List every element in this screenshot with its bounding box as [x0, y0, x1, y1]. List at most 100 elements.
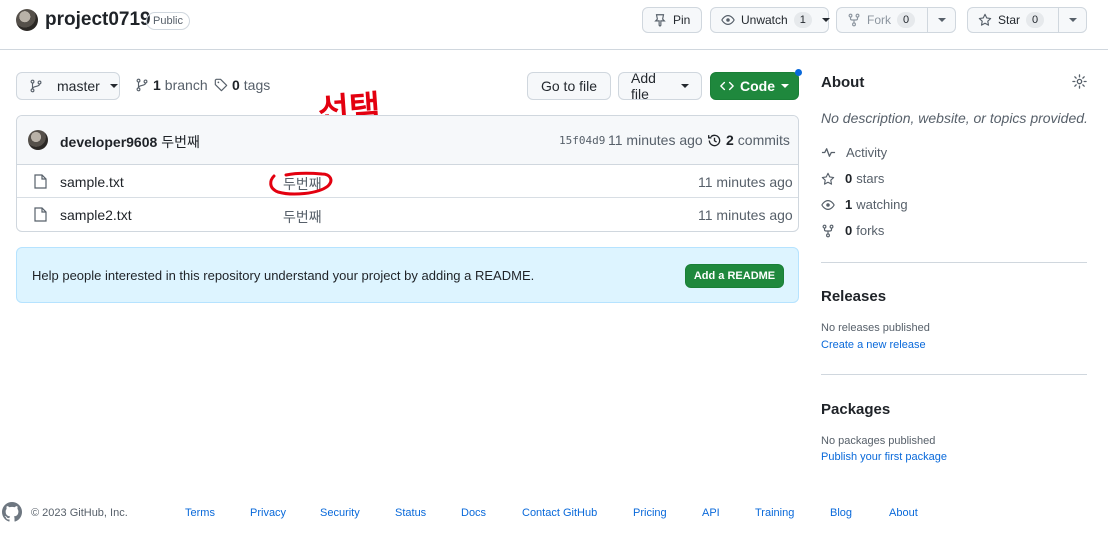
stars-link[interactable]: 0 stars	[821, 171, 884, 186]
about-heading: About	[821, 74, 865, 91]
publish-package-link[interactable]: Publish your first package	[821, 451, 947, 463]
commit-sha[interactable]: 15f04d9	[559, 134, 605, 147]
star-count: 0	[1026, 12, 1045, 28]
chevron-down-icon	[781, 84, 789, 88]
file-row[interactable]: sample2.txt 두번째 11 minutes ago	[17, 198, 798, 231]
star-label: Star	[998, 13, 1021, 27]
chevron-down-icon	[1068, 18, 1077, 22]
commits-link[interactable]: 2 commits	[707, 132, 790, 148]
eye-icon	[721, 13, 735, 27]
commits-count: 2	[726, 132, 734, 148]
file-browser: developer9608 두번째 15f04d9 11 minutes ago…	[16, 115, 799, 232]
watching-word: watching	[856, 197, 908, 212]
fork-icon	[847, 13, 861, 27]
sidebar-divider	[821, 262, 1087, 263]
commit-message[interactable]: 두번째	[161, 135, 200, 151]
watching-link[interactable]: 1 watching	[821, 197, 908, 212]
fork-button[interactable]: Fork 0	[836, 7, 956, 33]
fork-count: 0	[897, 12, 916, 28]
packages-empty-text: No packages published	[821, 435, 936, 447]
footer-link-contact[interactable]: Contact GitHub	[522, 507, 597, 519]
code-icon	[720, 79, 734, 93]
footer-link-pricing[interactable]: Pricing	[633, 507, 667, 519]
add-file-label: Add file	[631, 70, 656, 102]
watching-count: 1	[845, 197, 853, 212]
forks-word: forks	[856, 223, 885, 238]
file-name[interactable]: sample.txt	[60, 174, 124, 190]
forks-count: 0	[845, 223, 853, 238]
tag-word: tags	[243, 77, 271, 93]
footer-link-terms[interactable]: Terms	[185, 507, 215, 519]
packages-heading[interactable]: Packages	[821, 401, 890, 418]
footer-link-security[interactable]: Security	[320, 507, 360, 519]
commit-summary: developer9608 두번째	[60, 132, 200, 152]
notification-dot	[795, 69, 802, 76]
owner-avatar[interactable]	[16, 9, 38, 31]
footer-link-api[interactable]: API	[702, 507, 720, 519]
branch-name: master	[57, 78, 100, 94]
footer-link-blog[interactable]: Blog	[830, 507, 852, 519]
tag-count: 0	[232, 77, 240, 93]
footer-link-training[interactable]: Training	[755, 507, 794, 519]
sidebar-divider	[821, 374, 1087, 375]
eye-icon	[821, 198, 835, 212]
footer-link-about[interactable]: About	[889, 507, 918, 519]
create-release-link[interactable]: Create a new release	[821, 339, 926, 351]
footer-link-docs[interactable]: Docs	[461, 507, 486, 519]
readme-banner-text: Help people interested in this repositor…	[32, 268, 535, 283]
commits-word: commits	[737, 132, 790, 148]
chevron-down-icon	[937, 18, 946, 22]
star-button[interactable]: Star 0	[967, 7, 1087, 33]
commit-time: 11 minutes ago	[608, 132, 703, 148]
branches-link[interactable]: 1 branch	[135, 77, 208, 93]
about-description: No description, website, or topics provi…	[821, 110, 1088, 126]
file-name[interactable]: sample2.txt	[60, 207, 132, 223]
releases-empty-text: No releases published	[821, 322, 930, 334]
file-row[interactable]: sample.txt 두번째 11 minutes ago	[17, 165, 798, 198]
activity-label: Activity	[846, 145, 888, 160]
footer-link-status[interactable]: Status	[395, 507, 426, 519]
footer-link-privacy[interactable]: Privacy	[250, 507, 286, 519]
file-time: 11 minutes ago	[698, 174, 793, 190]
forks-link[interactable]: 0 forks	[821, 223, 884, 238]
footer-copyright: © 2023 GitHub, Inc.	[31, 507, 128, 519]
unwatch-button[interactable]: Unwatch 1	[710, 7, 830, 33]
file-icon	[34, 207, 47, 222]
star-dropdown[interactable]	[1058, 8, 1086, 32]
stars-count: 0	[845, 171, 853, 186]
readme-banner: Help people interested in this repositor…	[16, 247, 799, 303]
watch-count: 1	[793, 12, 812, 28]
stars-word: stars	[856, 171, 885, 186]
star-icon	[821, 172, 835, 186]
latest-commit-bar: developer9608 두번째 15f04d9 11 minutes ago…	[17, 116, 798, 165]
github-logo-icon[interactable]	[2, 502, 22, 522]
file-commit-message[interactable]: 두번째	[283, 207, 322, 227]
branch-count: 1	[153, 77, 161, 93]
code-button[interactable]: Code	[710, 72, 799, 100]
header-divider	[0, 49, 1108, 50]
chevron-down-icon	[821, 18, 830, 22]
fork-dropdown[interactable]	[927, 8, 955, 32]
repo-name[interactable]: project0719	[45, 9, 151, 31]
commit-author[interactable]: developer9608	[60, 134, 157, 150]
go-to-file-button[interactable]: Go to file	[527, 72, 611, 100]
history-icon	[707, 133, 722, 148]
releases-heading[interactable]: Releases	[821, 288, 886, 305]
branch-select-button[interactable]: master	[16, 72, 120, 100]
go-to-file-label: Go to file	[540, 78, 598, 94]
visibility-badge: Public	[146, 12, 190, 30]
unwatch-label: Unwatch	[741, 13, 788, 27]
tags-link[interactable]: 0 tags	[214, 77, 270, 93]
gear-icon[interactable]	[1072, 74, 1087, 89]
chevron-down-icon	[681, 84, 689, 88]
commit-author-avatar[interactable]	[28, 130, 48, 150]
pin-label: Pin	[673, 13, 691, 27]
branch-icon	[29, 79, 43, 93]
add-file-button[interactable]: Add file	[618, 70, 702, 102]
add-readme-button[interactable]: Add a README	[685, 264, 784, 288]
pin-button[interactable]: Pin	[642, 7, 702, 33]
activity-link[interactable]: Activity	[821, 145, 887, 160]
pin-icon	[653, 13, 667, 27]
branch-icon	[135, 78, 149, 92]
code-label: Code	[740, 78, 775, 94]
